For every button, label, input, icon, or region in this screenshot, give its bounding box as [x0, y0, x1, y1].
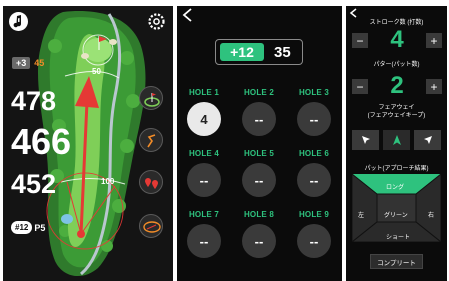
score-total: 35	[274, 43, 291, 61]
fairway-sublabel: (フェアウェイキープ)	[367, 113, 426, 119]
approach-short-label: ショート	[386, 235, 411, 241]
hole-label: HOLE 4	[188, 149, 220, 158]
approach-left-label: 左	[358, 213, 365, 219]
distance-center: 466	[11, 121, 72, 162]
score-diff: +12	[220, 43, 264, 61]
hole-cell-7[interactable]: HOLE 7 --	[179, 210, 229, 258]
approach-green-label: グリーン	[384, 213, 408, 219]
hole-score[interactable]: --	[297, 102, 331, 136]
arrow-up-icon	[392, 135, 401, 145]
putter-plus-button[interactable]: +	[426, 79, 442, 94]
hole-label: HOLE 8	[243, 210, 275, 219]
round-score: +3 45	[12, 56, 54, 70]
dogleg-icon[interactable]	[139, 128, 163, 152]
hole-label: HOLE 9	[298, 210, 330, 219]
hole-score[interactable]: --	[297, 224, 331, 258]
approach-right-label: 右	[428, 213, 435, 219]
hole-map-screen: +3 45 478 466 452 50 100 #12 P5	[3, 6, 173, 281]
hole-cell-4[interactable]: HOLE 4 --	[179, 149, 229, 197]
complete-button[interactable]: コンプリート	[370, 254, 423, 269]
hole-cell-2[interactable]: HOLE 2 --	[234, 88, 284, 136]
stroke-label: ストローク数 (打数)	[369, 20, 424, 26]
putter-minus-button[interactable]: −	[352, 79, 368, 94]
stroke-value: 4	[390, 26, 404, 53]
hole-score[interactable]: --	[187, 163, 221, 197]
score-summary: +12 35	[215, 39, 303, 65]
arrow-up-right-icon	[423, 136, 432, 144]
fairway-right-button[interactable]	[414, 130, 441, 150]
hole-label: HOLE 5	[243, 149, 275, 158]
pin-markers-icon[interactable]	[139, 170, 163, 194]
stroke-plus-button[interactable]: +	[426, 33, 442, 48]
hole-score[interactable]: --	[242, 224, 276, 258]
distance-back: 478	[11, 86, 57, 116]
hole-label: HOLE 2	[243, 88, 275, 97]
green-flag-icon[interactable]	[139, 86, 163, 110]
hole-label: HOLE 7	[188, 210, 220, 219]
back-arrow-icon[interactable]	[181, 8, 195, 22]
distance-front: 452	[11, 169, 57, 199]
scorecard-screen: +12 35 HOLE 1 4 HOLE 2 -- HOLE 3 -- HOLE…	[177, 6, 342, 281]
approach-long-label: ロング	[386, 185, 405, 191]
hole-label: HOLE 1	[188, 88, 220, 97]
distance-marker-100: 100	[101, 177, 115, 186]
hole-cell-1[interactable]: HOLE 1 4	[179, 88, 229, 136]
arrow-up-left-icon	[361, 136, 370, 144]
distance-marker-50: 50	[92, 67, 101, 76]
hole-entry-screen: ストローク数 (打数) − 4 + パター(パット数) − 2 + フェアウェイ…	[346, 6, 447, 281]
hole-score[interactable]: --	[187, 224, 221, 258]
hole-cell-5[interactable]: HOLE 5 --	[234, 149, 284, 197]
hole-par: P5	[34, 222, 46, 233]
hole-cell-6[interactable]: HOLE 6 --	[289, 149, 339, 197]
hole-cell-8[interactable]: HOLE 8 --	[234, 210, 284, 258]
stroke-minus-button[interactable]: −	[352, 33, 368, 48]
hole-cell-3[interactable]: HOLE 3 --	[289, 88, 339, 136]
music-note-icon[interactable]	[9, 12, 28, 31]
score-diff: +3	[12, 57, 31, 69]
hole-score[interactable]: --	[242, 163, 276, 197]
green-outline-icon[interactable]	[139, 214, 163, 238]
hole-label: HOLE 3	[298, 88, 330, 97]
score-total: 45	[34, 58, 45, 68]
hole-score[interactable]: --	[242, 102, 276, 136]
hole-badge: #12 P5	[11, 219, 45, 236]
putter-label: パター(パット数)	[373, 62, 420, 68]
hole-cell-9[interactable]: HOLE 9 --	[289, 210, 339, 258]
hole-score[interactable]: --	[297, 163, 331, 197]
settings-icon[interactable]	[147, 12, 166, 31]
hole-score[interactable]: 4	[187, 102, 221, 136]
hole-label: HOLE 6	[298, 149, 330, 158]
hole-number: #12	[11, 221, 33, 234]
putt-label: パット(アプローチ結果)	[364, 166, 429, 172]
fairway-left-button[interactable]	[352, 130, 379, 150]
fairway-center-button[interactable]	[383, 130, 410, 150]
putter-value: 2	[390, 72, 404, 99]
